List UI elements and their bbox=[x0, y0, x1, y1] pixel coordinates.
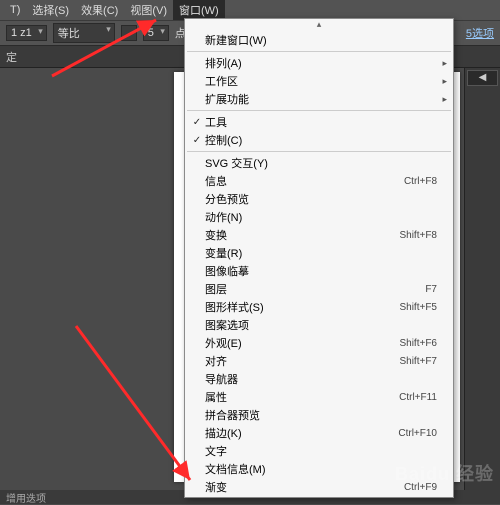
menu-item[interactable]: 对齐Shift+F7 bbox=[185, 352, 453, 370]
menu-item[interactable]: 图像临摹 bbox=[185, 262, 453, 280]
menu-item-label: 导航器 bbox=[205, 371, 357, 387]
menu-item-label: 图案选项 bbox=[205, 317, 357, 333]
menu-item-shortcut: Ctrl+F11 bbox=[357, 392, 437, 403]
menu-item[interactable]: 信息Ctrl+F8 bbox=[185, 172, 453, 190]
points-dropdown[interactable]: 5 bbox=[143, 25, 169, 41]
menu-item-shortcut: Shift+F7 bbox=[357, 356, 437, 367]
options-link[interactable]: 5选项 bbox=[466, 25, 494, 41]
menu-item[interactable]: 文字 bbox=[185, 442, 453, 460]
menu-item-label: 属性 bbox=[205, 389, 357, 405]
menu-item-label: SVG 交互(Y) bbox=[205, 155, 357, 171]
status-left: 增用迭项 bbox=[6, 490, 46, 505]
tab-label[interactable]: 定 bbox=[6, 49, 17, 65]
menu-item-label: 扩展功能 bbox=[205, 91, 357, 107]
menu-item[interactable]: 画板 bbox=[185, 496, 453, 498]
menu-item-label: 拼合器预览 bbox=[205, 407, 357, 423]
menu-item-label: 新建窗口(W) bbox=[205, 32, 357, 48]
anchor-icon[interactable] bbox=[121, 25, 137, 41]
menu-item-shortcut: Ctrl+F8 bbox=[357, 176, 437, 187]
right-panel-strip: ◀ bbox=[464, 68, 500, 490]
ratio-dropdown[interactable]: 等比 bbox=[53, 23, 115, 43]
check-icon: ✓ bbox=[189, 117, 205, 128]
menu-item[interactable]: 扩展功能 ▸ bbox=[185, 90, 453, 108]
menu-item[interactable]: 导航器 bbox=[185, 370, 453, 388]
menu-item[interactable]: 动作(N) bbox=[185, 208, 453, 226]
menu-item[interactable]: 变换Shift+F8 bbox=[185, 226, 453, 244]
window-menu-dropdown[interactable]: ▴ 新建窗口(W)排列(A)▸工作区▸扩展功能▸✓工具✓控制(C)SVG 交互(… bbox=[184, 18, 454, 498]
menu-item-label: 外观(E) bbox=[205, 335, 357, 351]
menu-item-shortcut: Shift+F6 bbox=[357, 338, 437, 349]
menu-item[interactable]: 图案选项 bbox=[185, 316, 453, 334]
menu-item-label: 变量(R) bbox=[205, 245, 357, 261]
menu-item[interactable]: 图形样式(S)Shift+F5 bbox=[185, 298, 453, 316]
menu-item-label: 排列(A) bbox=[205, 55, 357, 71]
submenu-arrow-icon: ▸ bbox=[437, 58, 447, 69]
menu-item-label: 工作区 bbox=[205, 73, 357, 89]
menu-item-shortcut: Shift+F8 bbox=[357, 230, 437, 241]
menu-item-label: 渐变 bbox=[205, 479, 357, 495]
menu-item[interactable]: ✓工具 bbox=[185, 113, 453, 131]
menu-item-shortcut: Shift+F5 bbox=[357, 302, 437, 313]
menu-item-label: 控制(C) bbox=[205, 132, 357, 148]
menu-item-label: 信息 bbox=[205, 173, 357, 189]
menu-item[interactable]: SVG 交互(Y) bbox=[185, 154, 453, 172]
menu-item[interactable]: 分色预览 bbox=[185, 190, 453, 208]
menu-item-label: 动作(N) bbox=[205, 209, 357, 225]
menu-item[interactable]: ✓控制(C) bbox=[185, 131, 453, 149]
menu-item[interactable]: 排列(A) ▸ bbox=[185, 54, 453, 72]
menu-effect[interactable]: 效果(C) bbox=[75, 0, 124, 20]
menu-item[interactable]: 属性Ctrl+F11 bbox=[185, 388, 453, 406]
menu-item[interactable]: 新建窗口(W) bbox=[185, 31, 453, 49]
menu-item[interactable]: 图层F7 bbox=[185, 280, 453, 298]
menu-item[interactable]: 变量(R) bbox=[185, 244, 453, 262]
menu-item[interactable]: 外观(E)Shift+F6 bbox=[185, 334, 453, 352]
menu-view[interactable]: 视图(V) bbox=[124, 0, 173, 20]
menu-t[interactable]: T) bbox=[4, 2, 26, 18]
menu-item[interactable]: 描边(K)Ctrl+F10 bbox=[185, 424, 453, 442]
zoom-dropdown[interactable]: 1 z1 bbox=[6, 25, 47, 41]
menu-select[interactable]: 选择(S) bbox=[26, 0, 75, 20]
menu-item[interactable]: 拼合器预览 bbox=[185, 406, 453, 424]
menu-item-label: 工具 bbox=[205, 114, 357, 130]
menu-item-shortcut: F7 bbox=[357, 284, 437, 295]
menu-item[interactable]: 工作区 ▸ bbox=[185, 72, 453, 90]
menu-item-label: 分色预览 bbox=[205, 191, 357, 207]
menu-item-label: 对齐 bbox=[205, 353, 357, 369]
watermark: Baidu 经验 bbox=[395, 460, 494, 486]
expand-panels-button[interactable]: ◀ bbox=[467, 70, 498, 86]
menu-item-label: 描边(K) bbox=[205, 425, 357, 441]
check-icon: ✓ bbox=[189, 135, 205, 146]
submenu-arrow-icon: ▸ bbox=[437, 76, 447, 87]
menu-item-label: 图像临摹 bbox=[205, 263, 357, 279]
menu-window[interactable]: 窗口(W) bbox=[173, 0, 225, 20]
menubar: T) 选择(S) 效果(C) 视图(V) 窗口(W) bbox=[0, 0, 500, 20]
submenu-arrow-icon: ▸ bbox=[437, 94, 447, 105]
menu-item-label: 图层 bbox=[205, 281, 357, 297]
menu-item-label: 画板 bbox=[205, 497, 357, 498]
menu-item-label: 文字 bbox=[205, 443, 357, 459]
menu-item-shortcut: Ctrl+F10 bbox=[357, 428, 437, 439]
menu-item-label: 变换 bbox=[205, 227, 357, 243]
scroll-up-hint[interactable]: ▴ bbox=[185, 19, 453, 31]
menu-item-label: 文档信息(M) bbox=[205, 461, 357, 477]
menu-item-label: 图形样式(S) bbox=[205, 299, 357, 315]
